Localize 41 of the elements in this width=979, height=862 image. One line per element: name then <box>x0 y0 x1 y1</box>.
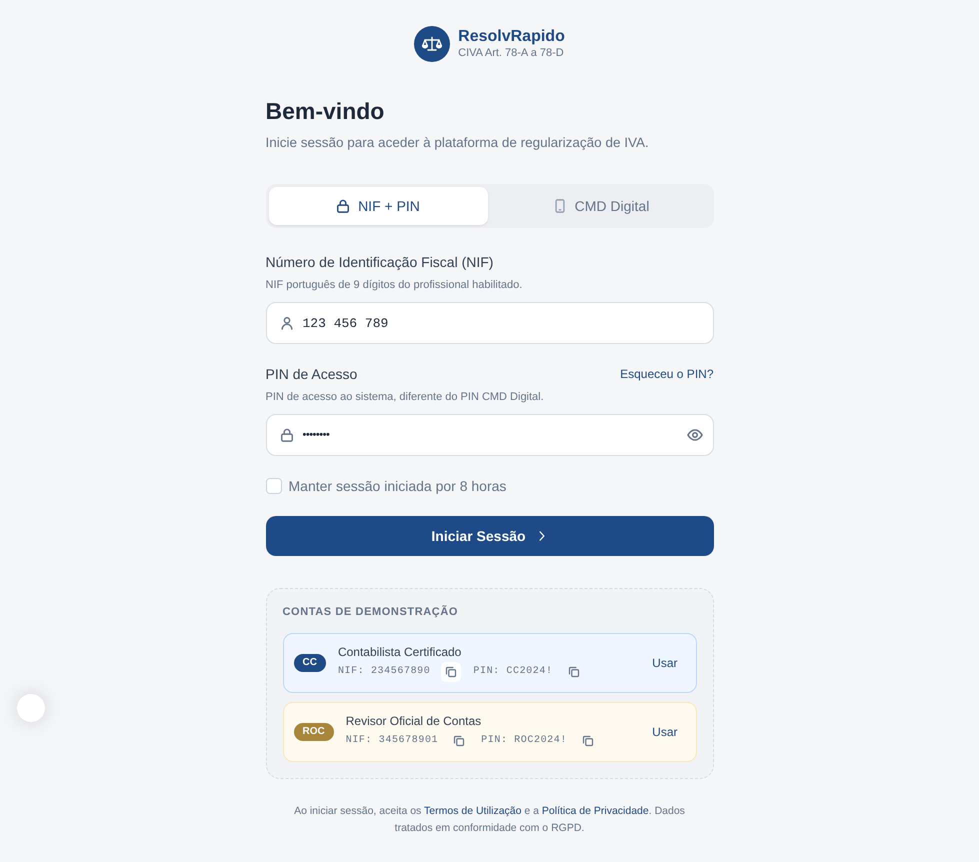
legal-link[interactable]: Termos de Utilização <box>424 805 522 817</box>
credential-text: NIF: 234567890 <box>338 665 430 679</box>
page-heading: Bem-vindo <box>266 97 386 126</box>
use-account-link[interactable]: Usar <box>652 655 678 671</box>
copy-icon <box>582 735 594 747</box>
account-name: Revisor Oficial de Contas <box>346 713 482 729</box>
brand-name: ResolvRapido <box>458 27 565 46</box>
remember-label: Manter sessão iniciada por 8 horas <box>288 477 506 496</box>
copy-icon <box>453 735 466 747</box>
field-label: Número de Identificação Fiscal (NIF) <box>266 253 494 272</box>
account-type-badge: ROC <box>294 723 334 741</box>
remember-checkbox[interactable] <box>266 478 282 494</box>
field-label: PIN de Acesso <box>266 365 358 384</box>
page-subtitle: Inicie sessão para aceder à plataforma de regularização de IVA. <box>266 134 650 152</box>
brand-subtitle: CIVA Art. 78-A a 78-D <box>458 46 565 61</box>
account-name: Contabilista Certificado <box>338 644 462 660</box>
sign-in-button[interactable]: Iniciar Sessão <box>266 516 714 556</box>
login-method-tab[interactable]: CMD Digital <box>492 187 710 225</box>
lock-icon <box>336 199 350 213</box>
scales-logo-icon <box>414 26 450 62</box>
use-account-link[interactable]: Usar <box>652 724 678 740</box>
user-icon <box>280 316 294 330</box>
credential-text: PIN: ROC2024! <box>481 734 567 748</box>
nif-input-field[interactable]: 123 456 789 <box>266 302 714 344</box>
demo-accounts-heading: CONTAS DE DEMONSTRAÇÃO <box>282 604 460 620</box>
phone-icon <box>552 199 567 213</box>
legal-link[interactable]: Política de Privacidade <box>542 805 649 817</box>
login-method-tab[interactable]: NIF + PIN <box>268 187 488 225</box>
field-hint: NIF português de 9 dígitos do profissional habilitado. <box>266 278 524 293</box>
forgot-pin-link[interactable]: Esqueceu o PIN? <box>620 366 714 382</box>
pin-input-field[interactable]: •••••••• <box>266 414 714 456</box>
eye-icon[interactable] <box>686 427 702 443</box>
credential-text: PIN: CC2024! <box>473 665 553 679</box>
field-hint: PIN de acesso ao sistema, diferente do PIN CMD Digital. <box>266 390 545 405</box>
copy-button[interactable] <box>441 662 462 682</box>
account-type-badge: CC <box>294 654 326 672</box>
copy-icon <box>568 666 580 678</box>
legal-notice-text: Ao iniciar sessão, aceita os Termos de Utilização e a Política de Privacidade. Dados tratados em conformidade com o RGPD. <box>293 804 686 836</box>
copy-icon <box>445 666 458 678</box>
credential-text: NIF: 345678901 <box>346 734 438 748</box>
lock-icon <box>280 428 294 442</box>
